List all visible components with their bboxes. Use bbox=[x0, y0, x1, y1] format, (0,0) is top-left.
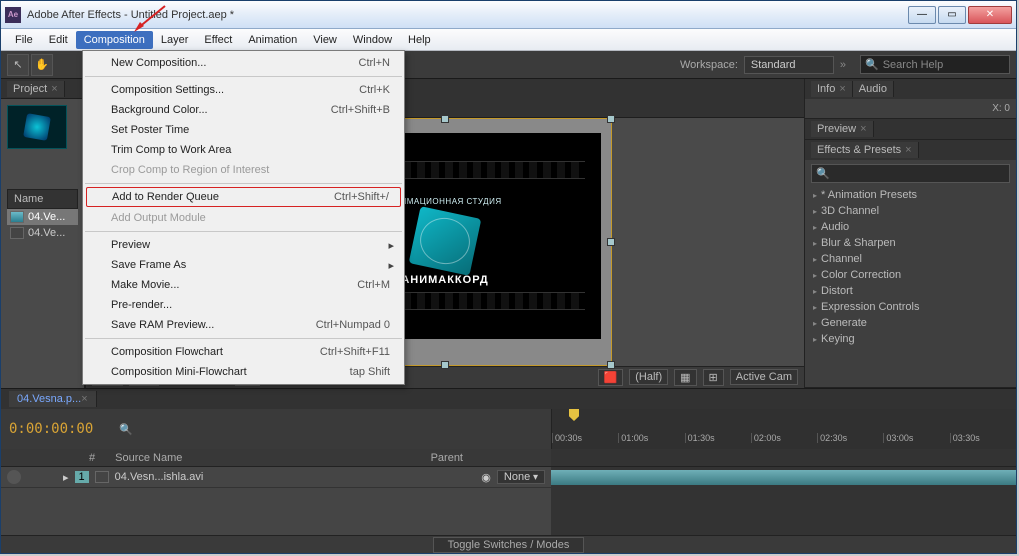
tab-project[interactable]: Project× bbox=[7, 81, 65, 97]
resolution-select[interactable]: (Half) bbox=[629, 369, 668, 385]
col-source-name[interactable]: Source Name bbox=[115, 452, 182, 464]
selection-tool-icon[interactable]: ↖ bbox=[7, 54, 29, 76]
layer-name[interactable]: 04.Vesn...ishla.avi bbox=[115, 471, 204, 483]
effects-category[interactable]: Audio bbox=[811, 219, 1010, 235]
info-body: X: 0 bbox=[805, 99, 1016, 118]
project-panel-header: Project× bbox=[1, 79, 84, 99]
menu-item[interactable]: Background Color...Ctrl+Shift+B bbox=[83, 100, 404, 120]
eye-icon[interactable] bbox=[7, 470, 21, 484]
menu-view[interactable]: View bbox=[305, 31, 345, 49]
effects-category[interactable]: * Animation Presets bbox=[811, 187, 1010, 203]
effects-category[interactable]: Generate bbox=[811, 315, 1010, 331]
menu-file[interactable]: File bbox=[7, 31, 41, 49]
footage-icon bbox=[95, 471, 109, 483]
workspace-search-icon[interactable]: » bbox=[840, 59, 846, 71]
effects-category[interactable]: 3D Channel bbox=[811, 203, 1010, 219]
menu-edit[interactable]: Edit bbox=[41, 31, 76, 49]
menu-item[interactable]: Composition Settings...Ctrl+K bbox=[83, 80, 404, 100]
search-icon[interactable]: 🔍 bbox=[119, 423, 133, 436]
effects-search-input[interactable]: 🔍 bbox=[811, 164, 1010, 183]
view-layout-icon[interactable]: ▦ bbox=[674, 369, 696, 386]
menu-item[interactable]: Add to Render QueueCtrl+Shift+/ bbox=[86, 187, 401, 207]
logo-text-bottom: АНИМАККОРД bbox=[401, 274, 488, 286]
tab-timeline-comp[interactable]: 04.Vesna.p...× bbox=[9, 391, 97, 407]
menu-animation[interactable]: Animation bbox=[240, 31, 305, 49]
effects-category[interactable]: Channel bbox=[811, 251, 1010, 267]
project-item[interactable]: 04.Ve... bbox=[7, 209, 78, 225]
minimize-button[interactable]: — bbox=[908, 6, 936, 24]
composition-icon bbox=[10, 211, 24, 223]
toggle-switches-button[interactable]: Toggle Switches / Modes bbox=[433, 537, 585, 553]
tab-preview[interactable]: Preview× bbox=[811, 121, 874, 137]
annotation-arrow bbox=[130, 4, 170, 34]
layer-bar[interactable] bbox=[551, 470, 1016, 485]
effects-category[interactable]: Expression Controls bbox=[811, 299, 1010, 315]
menu-help[interactable]: Help bbox=[400, 31, 439, 49]
hand-tool-icon[interactable]: ✋ bbox=[31, 54, 53, 76]
footage-icon bbox=[10, 227, 24, 239]
effects-category[interactable]: Blur & Sharpen bbox=[811, 235, 1010, 251]
time-ruler[interactable]: 00:30s 01:00s 01:30s 02:00s 02:30s 03:00… bbox=[551, 409, 1016, 449]
maximize-button[interactable]: ▭ bbox=[938, 6, 966, 24]
menu-item[interactable]: Save RAM Preview...Ctrl+Numpad 0 bbox=[83, 315, 404, 335]
project-name-header[interactable]: Name bbox=[7, 189, 78, 209]
tab-effects-presets[interactable]: Effects & Presets× bbox=[811, 142, 919, 158]
menu-item[interactable]: New Composition...Ctrl+N bbox=[83, 53, 404, 73]
effects-category[interactable]: Color Correction bbox=[811, 267, 1010, 283]
menu-item[interactable]: Composition FlowchartCtrl+Shift+F11 bbox=[83, 342, 404, 362]
menu-item[interactable]: Preview bbox=[83, 235, 404, 255]
logo-graphic bbox=[409, 206, 482, 276]
menu-item[interactable]: Trim Comp to Work Area bbox=[83, 140, 404, 160]
menu-item: Add Output Module bbox=[83, 208, 404, 228]
timecode[interactable]: 0:00:00:00 bbox=[9, 421, 109, 437]
search-help-input[interactable]: 🔍 Search Help bbox=[860, 55, 1010, 74]
menu-item[interactable]: Composition Mini-Flowcharttap Shift bbox=[83, 362, 404, 382]
workspace-label: Workspace: bbox=[680, 59, 738, 71]
effects-category[interactable]: Distort bbox=[811, 283, 1010, 299]
layer-number: 1 bbox=[75, 471, 89, 483]
tab-audio[interactable]: Audio bbox=[853, 81, 894, 97]
project-thumbnail bbox=[7, 105, 67, 149]
menu-item: Crop Comp to Region of Interest bbox=[83, 160, 404, 180]
menu-item[interactable]: Set Poster Time bbox=[83, 120, 404, 140]
col-parent: Parent bbox=[431, 452, 463, 464]
composition-menu-dropdown: New Composition...Ctrl+N Composition Sett… bbox=[82, 50, 405, 385]
menu-item[interactable]: Save Frame As bbox=[83, 255, 404, 275]
menu-item[interactable]: Pre-render... bbox=[83, 295, 404, 315]
workspace-select[interactable]: Standard bbox=[744, 56, 834, 74]
col-num: # bbox=[89, 452, 95, 464]
layer-row[interactable]: ▸ 1 04.Vesn...ishla.avi ◉ None ▾ bbox=[1, 467, 1016, 488]
effects-category[interactable]: Keying bbox=[811, 331, 1010, 347]
menu-item[interactable]: Make Movie...Ctrl+M bbox=[83, 275, 404, 295]
menu-window[interactable]: Window bbox=[345, 31, 400, 49]
project-item[interactable]: 04.Ve... bbox=[7, 225, 78, 241]
menu-effect[interactable]: Effect bbox=[196, 31, 240, 49]
logo-text-top: АНИМАЦИОННАЯ СТУДИЯ bbox=[388, 197, 501, 206]
tab-info[interactable]: Info× bbox=[811, 81, 853, 97]
channels-icon[interactable]: 🟥 bbox=[598, 369, 624, 386]
search-icon: 🔍 bbox=[816, 167, 830, 180]
close-button[interactable]: ✕ bbox=[968, 6, 1012, 24]
active-camera-select[interactable]: Active Cam bbox=[730, 369, 798, 385]
app-icon: Ae bbox=[5, 7, 21, 23]
search-icon: 🔍 bbox=[865, 58, 879, 71]
parent-select[interactable]: None ▾ bbox=[497, 470, 545, 484]
grid-icon[interactable]: ⊞ bbox=[703, 369, 724, 386]
